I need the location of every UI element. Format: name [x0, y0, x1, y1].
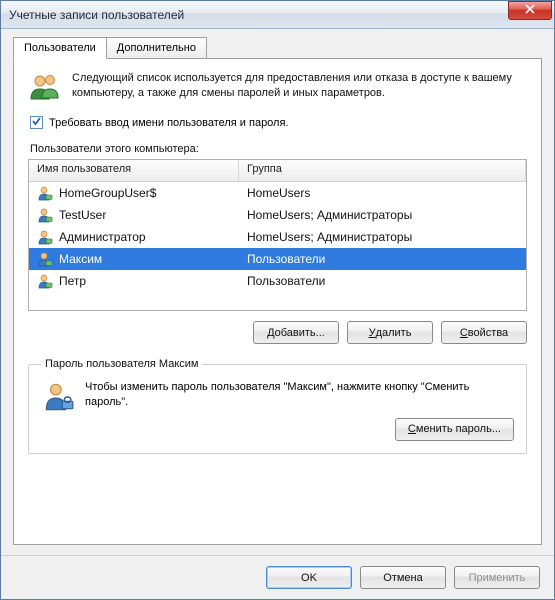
user-icon — [37, 207, 53, 223]
user-icon — [37, 185, 53, 201]
cell-username: HomeGroupUser$ — [29, 185, 239, 201]
cell-username: Администратор — [29, 229, 239, 245]
change-password-button[interactable]: Сменить пароль... — [395, 418, 514, 441]
user-list-label: Пользователи этого компьютера: — [30, 143, 527, 155]
list-body: HomeGroupUser$HomeUsersTestUserHomeUsers… — [29, 182, 526, 292]
user-icon — [37, 251, 53, 267]
table-row[interactable]: МаксимПользователи — [29, 248, 526, 270]
dialog-window: Учетные записи пользователей Пользовател… — [0, 0, 555, 600]
column-header-group[interactable]: Группа — [239, 160, 526, 181]
require-login-label[interactable]: Требовать ввод имени пользователя и паро… — [49, 117, 289, 129]
cell-username: Петр — [29, 273, 239, 289]
table-row[interactable]: АдминистраторHomeUsers; Администраторы — [29, 226, 526, 248]
cell-username: TestUser — [29, 207, 239, 223]
require-login-checkbox[interactable] — [30, 116, 43, 129]
tab-users[interactable]: Пользователи — [13, 37, 107, 59]
tab-panel-users: Следующий список используется для предос… — [13, 58, 542, 545]
close-button[interactable] — [508, 1, 552, 20]
list-header: Имя пользователя Группа — [29, 160, 526, 182]
cell-group: HomeUsers; Администраторы — [239, 230, 526, 244]
content-area: Пользователи Дополнительно — [1, 29, 554, 555]
user-icon — [37, 229, 53, 245]
table-row[interactable]: HomeGroupUser$HomeUsers — [29, 182, 526, 204]
tab-label: Дополнительно — [117, 42, 196, 54]
password-group-legend: Пароль пользователя Максим — [41, 358, 202, 370]
tab-advanced[interactable]: Дополнительно — [106, 37, 207, 59]
tab-bar: Пользователи Дополнительно — [13, 37, 542, 59]
password-group-text: Чтобы изменить пароль пользователя "Макс… — [85, 380, 514, 410]
ok-button[interactable]: OK — [266, 566, 352, 589]
password-group: Пароль пользователя Максим — [28, 358, 527, 454]
user-list[interactable]: Имя пользователя Группа HomeGroupUser$Ho… — [28, 159, 527, 311]
cell-group: HomeUsers — [239, 186, 526, 200]
remove-button[interactable]: Удалить — [347, 321, 433, 344]
window-title: Учетные записи пользователей — [9, 8, 508, 22]
cell-group: HomeUsers; Администраторы — [239, 208, 526, 222]
require-login-row: Требовать ввод имени пользователя и паро… — [30, 116, 527, 129]
intro-section: Следующий список используется для предос… — [28, 71, 527, 106]
column-header-name[interactable]: Имя пользователя — [29, 160, 239, 181]
properties-button[interactable]: Свойства — [441, 321, 527, 344]
apply-button: Применить — [454, 566, 540, 589]
close-icon — [525, 4, 535, 17]
titlebar: Учетные записи пользователей — [1, 1, 554, 29]
tab-label: Пользователи — [24, 42, 96, 54]
cancel-button[interactable]: Отмена — [360, 566, 446, 589]
list-buttons: Добавить... Удалить Свойства — [28, 321, 527, 344]
user-icon — [37, 273, 53, 289]
cell-username: Максим — [29, 251, 239, 267]
checkmark-icon — [31, 116, 42, 130]
table-row[interactable]: ПетрПользователи — [29, 270, 526, 292]
users-group-icon — [28, 94, 60, 106]
intro-text: Следующий список используется для предос… — [72, 71, 527, 106]
cell-group: Пользователи — [239, 274, 526, 288]
cell-group: Пользователи — [239, 252, 526, 266]
table-row[interactable]: TestUserHomeUsers; Администраторы — [29, 204, 526, 226]
dialog-footer: OK Отмена Применить — [1, 555, 554, 599]
user-password-icon — [41, 405, 75, 417]
add-button[interactable]: Добавить... — [253, 321, 339, 344]
